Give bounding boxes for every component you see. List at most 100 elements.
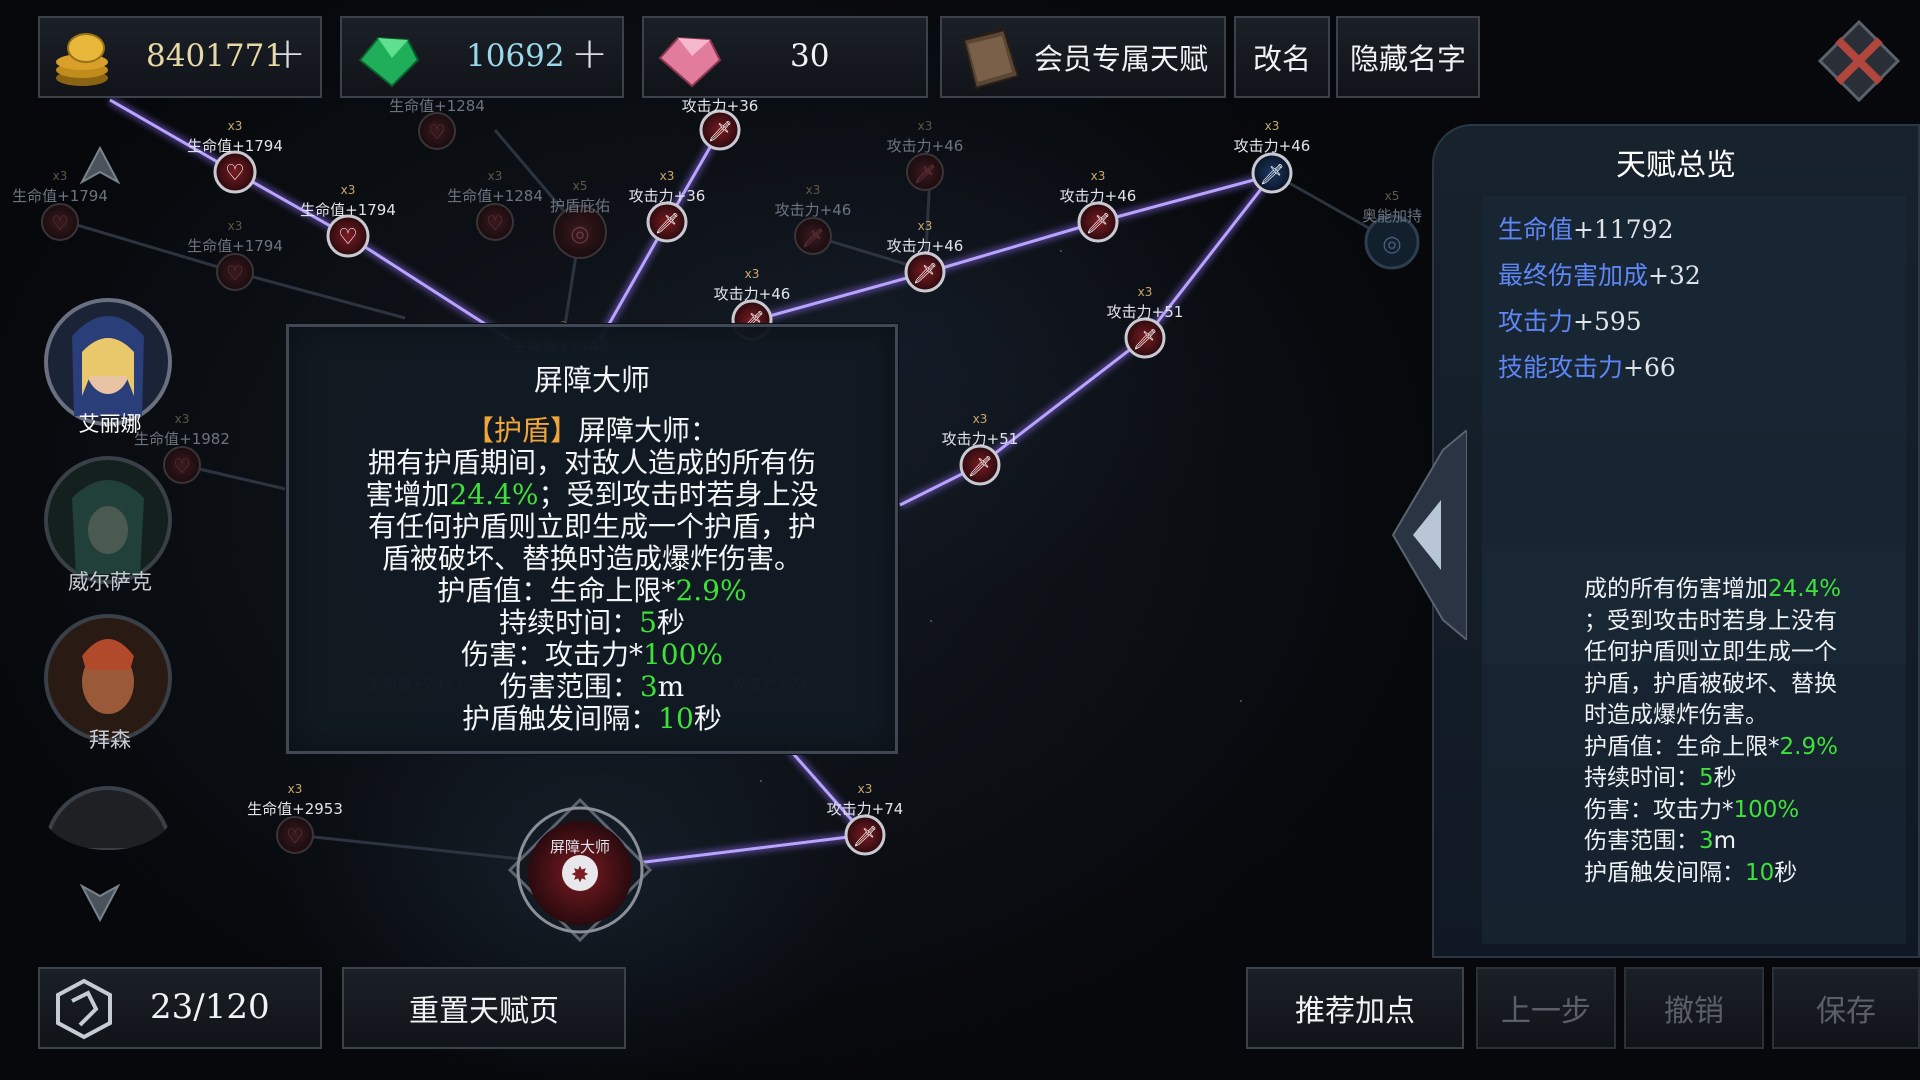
barrier-master-node[interactable]: ✸ — [507, 797, 653, 943]
vip-talent-button[interactable]: 会员专属天赋 — [940, 16, 1226, 98]
undo-step-button[interactable]: 上一步 — [1476, 967, 1616, 1049]
talent-points-box: 23/120 — [38, 967, 322, 1049]
tooltip-body: 【护盾】屏障大师： 拥有护盾期间，对敌人造成的所有伤 害增加24.4%；受到攻击… — [289, 415, 895, 735]
crystal-amount: 30 — [790, 38, 830, 74]
tree-node[interactable]: ♡ — [213, 150, 257, 194]
recommend-button[interactable]: 推荐加点 — [1246, 967, 1464, 1049]
book-icon — [962, 28, 1020, 90]
tooltip-text: 秒 — [693, 702, 722, 735]
desc-value: 10 — [1745, 859, 1775, 886]
tree-node[interactable]: 🗡 — [699, 109, 741, 151]
scroll-down-arrow-icon[interactable] — [78, 880, 122, 924]
gold-amount: 8401771 — [146, 38, 285, 74]
gem-amount: 10692 — [466, 38, 565, 74]
tree-node-multiplier: x3 — [1264, 119, 1280, 133]
svg-text:♡: ♡ — [486, 211, 504, 235]
tree-node-label: 生命值+1794 — [187, 137, 283, 155]
crystal-resource: 30 — [642, 16, 928, 98]
tooltip-percent: 24.4% — [449, 478, 539, 511]
tree-node[interactable]: ♡ — [163, 446, 201, 484]
stat-value: +66 — [1623, 353, 1676, 382]
tree-node-multiplier: x3 — [917, 219, 933, 233]
tree-node[interactable]: 🗡 — [959, 444, 1001, 486]
tree-node[interactable]: ♡ — [418, 112, 456, 150]
svg-text:◎: ◎ — [570, 222, 589, 247]
desc-line: ；受到攻击时若身上没有 — [1584, 607, 1837, 634]
stat-name: 生命值 — [1498, 215, 1574, 244]
desc-text: 护盾触发间隔： — [1584, 859, 1745, 886]
tree-node[interactable]: 🗡 — [1251, 152, 1293, 194]
svg-text:🗡: 🗡 — [852, 824, 877, 848]
tree-node-label: 攻击力+74 — [826, 800, 904, 818]
desc-text: 成的所有伤害增加 — [1584, 576, 1768, 602]
tree-node-multiplier: x3 — [52, 169, 68, 183]
cancel-button[interactable]: 撤销 — [1624, 967, 1764, 1049]
add-gems-button[interactable]: + — [571, 32, 608, 76]
tree-node-label: 生命值+1794 — [300, 201, 396, 219]
svg-text:◎: ◎ — [1382, 232, 1401, 257]
talent-points-count: 23/120 — [150, 987, 270, 1027]
tree-node[interactable]: 🗡 — [646, 201, 688, 243]
desc-value: 5 — [1699, 765, 1714, 791]
tree-node[interactable]: 🗡 — [794, 217, 832, 255]
tooltip-value: 2.9% — [675, 574, 747, 607]
rename-button[interactable]: 改名 — [1234, 16, 1330, 98]
tree-node-multiplier: x3 — [744, 267, 760, 281]
tree-node[interactable]: 🗡 — [1077, 201, 1119, 243]
tree-node[interactable]: 🗡 — [906, 153, 944, 191]
save-button[interactable]: 保存 — [1772, 967, 1920, 1049]
rename-label: 改名 — [1252, 42, 1311, 76]
svg-text:✸: ✸ — [571, 863, 589, 888]
tree-node[interactable]: 🗡 — [1124, 317, 1166, 359]
svg-text:🗡: 🗡 — [912, 261, 937, 285]
tree-node[interactable]: ♡ — [216, 253, 254, 291]
gold-coins-icon — [56, 33, 108, 86]
add-gold-button[interactable]: + — [269, 32, 306, 76]
summary-stat: 最终伤害加成+32 — [1498, 256, 1701, 292]
svg-text:🗡: 🗡 — [1259, 162, 1284, 186]
tree-node[interactable]: ♡ — [41, 203, 79, 241]
desc-text: 秒 — [1713, 765, 1737, 791]
tree-node-multiplier: x3 — [1090, 169, 1106, 183]
talent-points-icon — [56, 978, 112, 1040]
svg-text:♡: ♡ — [286, 824, 304, 848]
panel-collapse-tab[interactable] — [1383, 430, 1467, 640]
summary-stat: 技能攻击力+66 — [1498, 348, 1676, 384]
tree-node-multiplier: x3 — [917, 119, 933, 133]
tree-node[interactable]: 🗡 — [904, 251, 946, 293]
tree-node[interactable]: ♡ — [476, 203, 514, 241]
scroll-up-arrow-icon[interactable] — [78, 144, 122, 188]
close-emblem-icon[interactable] — [1816, 18, 1902, 104]
reset-talent-button[interactable]: 重置天赋页 — [342, 967, 626, 1049]
tooltip-title: 屏障大师 — [533, 363, 650, 397]
tree-node-multiplier: x5 — [572, 179, 588, 193]
desc-value: 2.9% — [1779, 733, 1838, 760]
tree-node[interactable]: 🗡 — [844, 814, 886, 856]
hide-name-button[interactable]: 隐藏名字 — [1336, 16, 1480, 98]
desc-value: 24.4% — [1768, 576, 1842, 602]
svg-text:🗡: 🗡 — [1085, 211, 1110, 235]
tree-node-multiplier: x3 — [227, 219, 243, 233]
svg-text:♡: ♡ — [225, 161, 245, 186]
tree-node-multiplier: x3 — [287, 782, 303, 796]
svg-text:♡: ♡ — [428, 120, 446, 144]
tooltip-line: 有任何护盾则立即生成一个护盾，护 — [367, 510, 816, 543]
tree-node-label: 屏障大师 — [549, 838, 611, 856]
hero-avatar-partial[interactable] — [42, 770, 174, 850]
hide-name-label: 隐藏名字 — [1349, 42, 1466, 76]
tree-node-label: 生命值+1794 — [187, 237, 283, 255]
desc-text: 伤害范围： — [1584, 828, 1699, 854]
desc-value: 3 — [1699, 828, 1714, 854]
hero-name: 拜森 — [89, 728, 131, 752]
vip-talent-label: 会员专属天赋 — [1033, 42, 1208, 76]
undo-step-label: 上一步 — [1501, 994, 1591, 1029]
cancel-label: 撤销 — [1664, 994, 1724, 1029]
tooltip-text: 持续时间： — [499, 606, 640, 639]
tree-node[interactable]: ♡ — [326, 214, 370, 258]
tree-node-label: 生命值+1284 — [447, 187, 543, 205]
tree-node-label: 攻击力+46 — [774, 201, 852, 219]
save-label: 保存 — [1816, 994, 1876, 1029]
tree-node[interactable]: ♡ — [276, 816, 314, 854]
stat-name: 技能攻击力 — [1498, 353, 1624, 382]
tree-node-multiplier: x3 — [227, 119, 243, 133]
